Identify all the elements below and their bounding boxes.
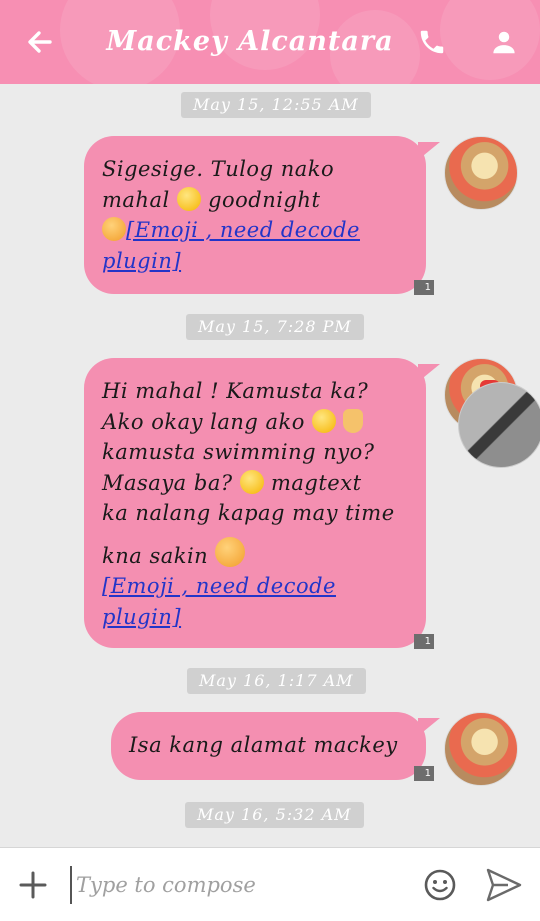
conversation-header: Mackey Alcantara [0,0,540,84]
message-text: kna sakin [102,543,209,568]
image-attachment-thumbnail[interactable] [458,382,540,468]
message-list[interactable]: May 15, 12:55 AM Sigesige. Tulog nako ma… [0,84,540,847]
timestamp: May 15, 12:55 AM [181,92,371,118]
emoji-decode-link[interactable]: [Emoji , need decode [102,574,336,598]
message-text: Sigesige. Tulog nako [102,157,335,181]
message-text: Masaya ba? [102,470,233,495]
message-text: ka nalang kapag may time [102,501,395,525]
avatar[interactable] [444,712,518,786]
compose-input[interactable] [70,866,410,904]
thumbs-up-emoji-icon [343,408,364,433]
message-text: kamusta swimming nyo? [102,440,375,464]
compose-bar [0,847,540,921]
smile-emoji-icon [239,469,264,494]
message-bubble[interactable]: Hi mahal ! Kamusta ka? Ako okay lang ako… [84,358,440,648]
back-arrow-icon[interactable] [18,20,62,64]
phone-icon[interactable] [410,20,454,64]
read-receipt-badge: 1 [414,280,434,295]
plus-icon[interactable] [16,868,50,902]
message-bubble[interactable]: Isa kang alamat mackey [111,712,440,780]
timestamp: May 15, 7:28 PM [186,314,364,340]
timestamp: May 16, 1:17 AM [187,668,366,694]
read-receipt-badge: 1 [414,766,434,781]
message-text: mahal [102,187,170,212]
smile-emoji-icon [176,186,201,211]
avatar[interactable] [444,136,518,210]
message-text: Isa kang alamat mackey [129,733,398,757]
message-text: Hi mahal ! Kamusta ka? [102,379,369,403]
message-text: Ako okay lang ako [102,409,305,434]
wink-kiss-emoji-icon [102,217,126,241]
contact-name: Mackey Alcantara [106,26,394,57]
message-text: magtext [270,470,362,495]
read-receipt-badge: 1 [414,634,434,649]
emoji-decode-link[interactable]: [Emoji , need decode [126,218,360,242]
kiss-emoji-icon [215,536,246,567]
smiley-icon[interactable] [423,868,457,902]
message-text: goodnight [208,187,321,212]
smile-emoji-icon [312,408,337,433]
person-icon[interactable] [482,20,526,64]
emoji-decode-link[interactable]: plugin] [102,249,181,273]
timestamp: May 16, 5:32 AM [185,802,364,828]
emoji-decode-link[interactable]: plugin] [102,605,181,629]
message-bubble[interactable]: Sigesige. Tulog nako mahal goodnight [Em… [84,136,440,294]
send-icon[interactable] [484,866,524,904]
